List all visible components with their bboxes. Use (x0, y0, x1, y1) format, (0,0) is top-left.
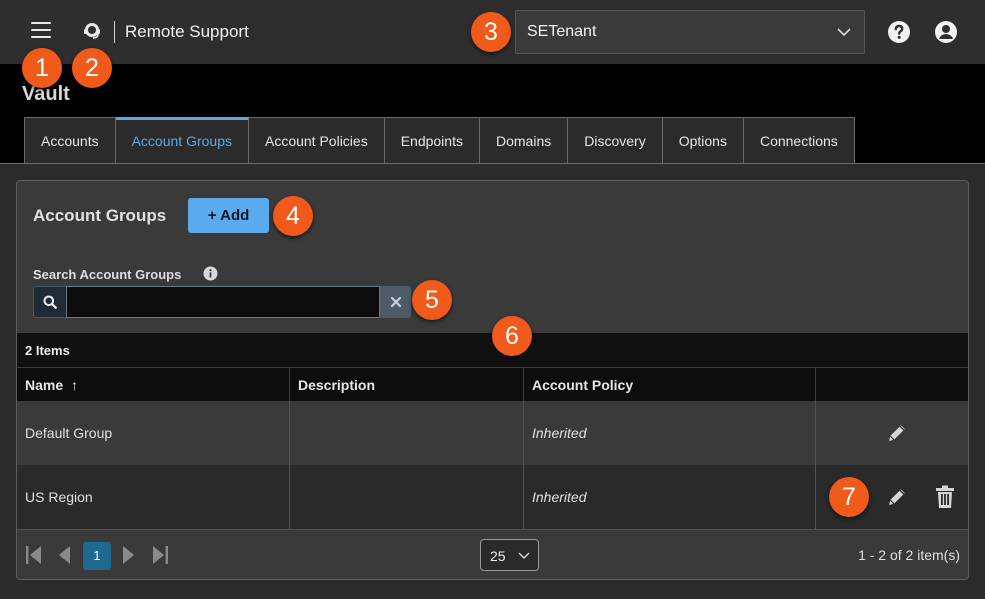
callout-badge-5: 5 (412, 280, 452, 320)
callout-badge-4: 4 (273, 196, 313, 236)
cell-name: Default Group (17, 401, 290, 465)
callout-badge-6: 6 (492, 316, 532, 356)
cell-name: US Region (17, 465, 290, 529)
callout-badge-7: 7 (829, 477, 869, 517)
first-page-icon[interactable] (25, 545, 43, 565)
column-header-description[interactable]: Description (290, 368, 524, 402)
help-icon[interactable] (887, 20, 911, 44)
cell-account-policy: Inherited (524, 465, 816, 529)
cell-description (290, 401, 524, 465)
page-number-current[interactable]: 1 (83, 542, 111, 570)
cell-account-policy: Inherited (524, 401, 816, 465)
edit-pencil-icon[interactable] (885, 485, 909, 509)
tab-baseline (0, 163, 985, 164)
table-row[interactable]: US Region Inherited (17, 465, 968, 529)
page-size-select[interactable]: 25 (480, 539, 539, 571)
vault-header: Vault Accounts Account Groups Account Po… (0, 64, 985, 164)
tab-connections[interactable]: Connections (743, 117, 855, 164)
tab-domains[interactable]: Domains (479, 117, 569, 164)
pagination-range: 1 - 2 of 2 item(s) (858, 547, 960, 563)
column-header-actions (816, 368, 968, 402)
sort-ascending-icon: ↑ (71, 377, 79, 393)
callout-badge-3: 3 (471, 12, 511, 52)
tenant-select[interactable]: SETenant (515, 10, 865, 54)
column-header-name[interactable]: Name ↑ (17, 368, 290, 402)
chevron-down-icon (518, 552, 530, 559)
tab-account-policies[interactable]: Account Policies (248, 117, 385, 164)
search-icon (33, 286, 66, 318)
column-header-account-policy[interactable]: Account Policy (524, 368, 816, 402)
hamburger-menu-icon[interactable] (31, 22, 51, 39)
header-divider (114, 21, 115, 43)
tab-account-groups[interactable]: Account Groups (115, 117, 249, 164)
tab-bar: Accounts Account Groups Account Policies… (24, 117, 855, 164)
next-page-icon[interactable] (122, 545, 136, 565)
close-icon (390, 296, 401, 308)
pagination-bar: 1 25 1 - 2 of 2 item(s) (17, 529, 968, 579)
tab-options[interactable]: Options (662, 117, 744, 164)
search-label: Search Account Groups (33, 267, 182, 282)
headset-logo-icon (84, 23, 100, 39)
tab-discovery[interactable]: Discovery (568, 117, 663, 164)
chevron-down-icon (837, 28, 851, 37)
account-groups-panel: Account Groups + Add Search Account Grou… (16, 180, 969, 580)
user-account-icon[interactable] (934, 20, 958, 44)
page-size-value: 25 (490, 548, 506, 564)
tenant-select-value: SETenant (527, 23, 597, 40)
tab-endpoints[interactable]: Endpoints (384, 117, 480, 164)
app-title: Remote Support (125, 22, 249, 41)
search-box (33, 286, 411, 318)
search-input[interactable] (66, 286, 380, 318)
previous-page-icon[interactable] (57, 545, 71, 565)
cell-description (290, 465, 524, 529)
clear-search-button[interactable] (380, 286, 411, 318)
callout-badge-2: 2 (72, 48, 112, 88)
panel-title: Account Groups (33, 206, 167, 225)
callout-badge-1: 1 (22, 48, 62, 88)
add-button[interactable]: + Add (188, 198, 269, 233)
edit-pencil-icon[interactable] (885, 421, 909, 445)
tab-accounts[interactable]: Accounts (24, 117, 116, 164)
items-count: 2 Items (25, 343, 70, 358)
column-header-name-label: Name (25, 377, 64, 393)
info-icon[interactable] (203, 266, 218, 281)
last-page-icon[interactable] (151, 545, 169, 565)
trash-icon[interactable] (934, 485, 956, 509)
table-header: Name ↑ Description Account Policy (17, 367, 968, 402)
table-row[interactable]: Default Group Inherited (17, 401, 968, 465)
